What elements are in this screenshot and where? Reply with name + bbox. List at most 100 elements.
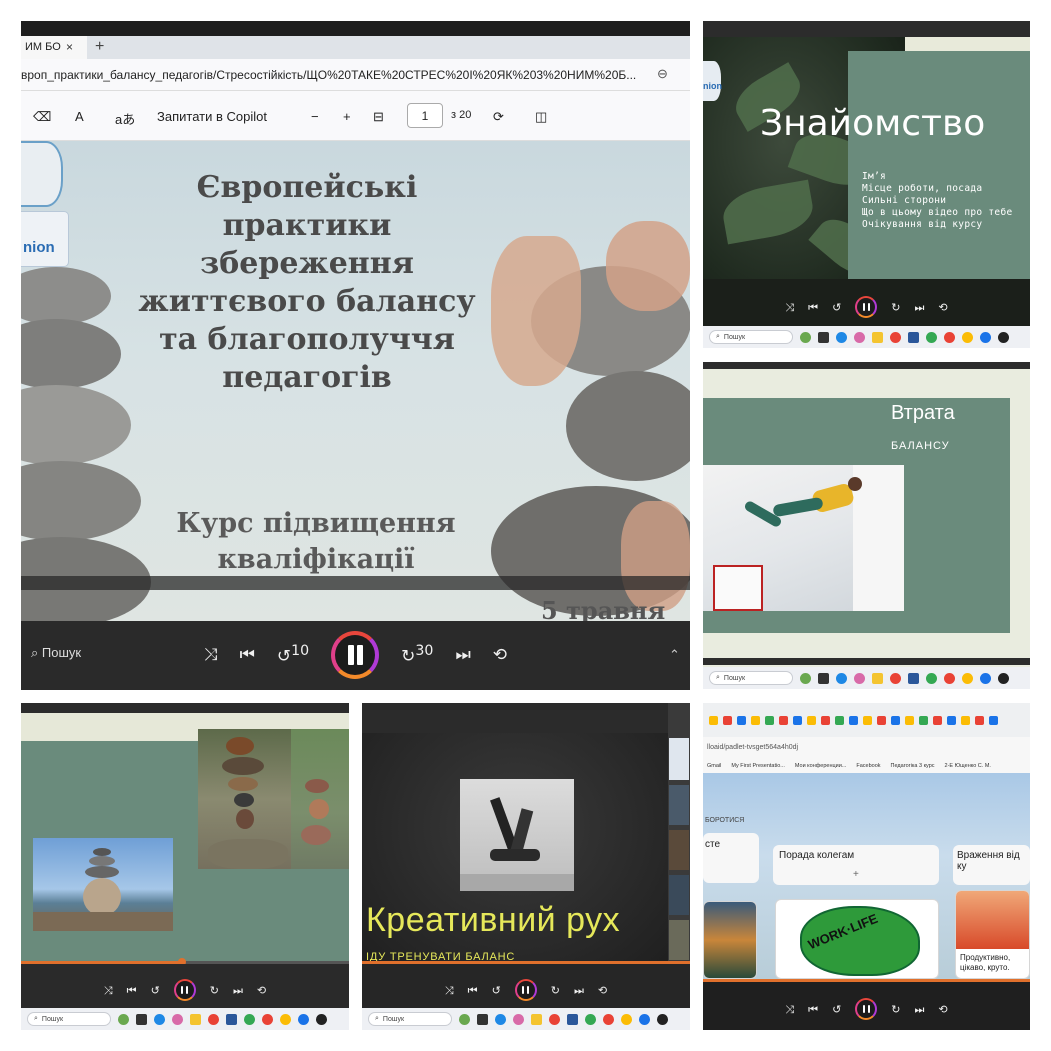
previous-icon[interactable]: ⏮	[808, 302, 818, 313]
participant-thumbnail[interactable]	[669, 830, 689, 870]
edge-icon[interactable]	[495, 1013, 506, 1025]
eraser-icon[interactable]: ⌫	[33, 109, 51, 125]
app-icon[interactable]	[118, 1013, 129, 1025]
copilot-icon[interactable]	[854, 672, 865, 684]
address-bar[interactable]: вроп_практики_балансу_педагогів/Стресост…	[21, 59, 690, 91]
chrome-icon[interactable]	[962, 672, 973, 684]
shuffle-icon[interactable]: ⤨	[104, 985, 113, 996]
participant-thumbnail[interactable]	[669, 738, 689, 780]
chrome-icon[interactable]	[549, 1013, 560, 1025]
address-bar[interactable]: lloaid/padlet-tvsget564a4h0dj	[703, 737, 1030, 759]
folder-icon[interactable]	[872, 331, 883, 343]
pause-button[interactable]	[173, 979, 196, 1001]
post-card[interactable]: Продуктивно, цікаво, круто.	[955, 890, 1030, 979]
rewind-icon[interactable]: ↺	[832, 302, 841, 313]
forward-icon[interactable]: ↻	[551, 985, 560, 996]
browser-tab[interactable]: ИМ БО	[21, 36, 87, 59]
repeat-off-icon[interactable]: ⟲	[257, 985, 266, 996]
folder-icon[interactable]	[531, 1013, 542, 1025]
forward-icon[interactable]: ↻30	[401, 644, 433, 666]
bookmark-item[interactable]: Gmail	[707, 763, 721, 769]
edge-icon[interactable]	[836, 672, 847, 684]
next-icon[interactable]: ⏭	[233, 985, 243, 996]
next-icon[interactable]: ⏭	[455, 646, 470, 664]
chrome-icon[interactable]	[926, 672, 937, 684]
zoom-out-button[interactable]: −	[311, 109, 319, 124]
pause-button[interactable]	[855, 998, 878, 1020]
shuffle-icon[interactable]: ⤨	[785, 1004, 794, 1015]
fit-page-icon[interactable]: ⊟	[373, 109, 384, 125]
pause-button[interactable]	[855, 296, 878, 318]
chrome-icon[interactable]	[944, 331, 955, 343]
chrome-icon[interactable]	[262, 1013, 273, 1025]
forward-icon[interactable]: ↻	[210, 985, 219, 996]
word-icon[interactable]	[226, 1013, 237, 1025]
word-icon[interactable]	[908, 331, 919, 343]
task-view-icon[interactable]	[477, 1013, 488, 1025]
zoom-app-icon[interactable]	[639, 1013, 650, 1025]
word-icon[interactable]	[567, 1013, 578, 1025]
next-icon[interactable]: ⏭	[915, 1004, 925, 1015]
app-icon[interactable]	[800, 331, 811, 343]
chrome-icon[interactable]	[585, 1013, 596, 1025]
rewind-icon[interactable]: ↺10	[277, 644, 309, 666]
edge-icon[interactable]	[836, 331, 847, 343]
bookmark-item[interactable]: My First Presentatio...	[731, 763, 785, 769]
chrome-icon[interactable]	[890, 672, 901, 684]
forward-icon[interactable]: ↻	[891, 1004, 900, 1015]
taskbar-search[interactable]: ⌕ Пошук	[709, 330, 793, 344]
chrome-icon[interactable]	[962, 331, 973, 343]
chrome-icon[interactable]	[603, 1013, 614, 1025]
post-card[interactable]: WORK·LIFE	[775, 899, 939, 979]
media-player-icon[interactable]	[316, 1013, 327, 1025]
rewind-icon[interactable]: ↺	[492, 985, 501, 996]
app-icon[interactable]	[459, 1013, 470, 1025]
page-view-icon[interactable]: ◫	[535, 109, 547, 125]
task-view-icon[interactable]	[136, 1013, 147, 1025]
zoom-app-icon[interactable]	[298, 1013, 309, 1025]
participant-thumbnail[interactable]	[669, 920, 689, 960]
taskbar-search[interactable]: ⌕ Пошук	[368, 1012, 452, 1026]
copilot-icon[interactable]	[513, 1013, 524, 1025]
bookmark-item[interactable]: Педагогіка 3 курс	[891, 763, 935, 769]
participant-thumbnail[interactable]	[669, 875, 689, 915]
new-tab-button[interactable]: +	[95, 38, 104, 56]
copilot-icon[interactable]	[854, 331, 865, 343]
repeat-off-icon[interactable]: ⟲	[598, 985, 607, 996]
folder-icon[interactable]	[872, 672, 883, 684]
media-player-icon[interactable]	[998, 331, 1009, 343]
pause-button[interactable]	[331, 631, 380, 679]
zoom-in-button[interactable]: +	[343, 109, 351, 124]
copilot-icon[interactable]	[172, 1013, 183, 1025]
shuffle-icon[interactable]: ⤨	[204, 646, 218, 664]
chrome-icon[interactable]	[244, 1013, 255, 1025]
previous-icon[interactable]: ⏮	[240, 646, 255, 664]
add-post-button[interactable]: +	[853, 869, 859, 880]
edge-icon[interactable]	[154, 1013, 165, 1025]
bookmark-item[interactable]: Мои конференции...	[795, 763, 847, 769]
previous-icon[interactable]: ⏮	[127, 985, 137, 996]
rewind-icon[interactable]: ↺	[151, 985, 160, 996]
media-player-icon[interactable]	[998, 672, 1009, 684]
repeat-off-icon[interactable]: ⟲	[493, 646, 507, 664]
chrome-icon[interactable]	[944, 672, 955, 684]
previous-icon[interactable]: ⏮	[808, 1004, 818, 1015]
zoom-app-icon[interactable]	[980, 672, 991, 684]
repeat-off-icon[interactable]: ⟲	[938, 302, 947, 313]
zoom-icon[interactable]: ⊖	[657, 66, 668, 82]
translate-button[interactable]: aあ	[115, 109, 135, 128]
repeat-off-icon[interactable]: ⟲	[938, 1004, 947, 1015]
bookmark-item[interactable]: 2-Е Ющенко С. М.	[945, 763, 991, 769]
tab-close-icon[interactable]: ×	[66, 40, 73, 54]
previous-icon[interactable]: ⏮	[468, 985, 478, 996]
rewind-icon[interactable]: ↺	[832, 1004, 841, 1015]
page-number-input[interactable]: 1	[407, 103, 443, 128]
word-icon[interactable]	[908, 672, 919, 684]
bookmark-item[interactable]: Facebook	[856, 763, 880, 769]
pause-button[interactable]	[514, 979, 537, 1001]
app-icon[interactable]	[800, 672, 811, 684]
taskbar-search[interactable]: ⌕ Пошук	[709, 671, 793, 685]
next-icon[interactable]: ⏭	[915, 302, 925, 313]
shuffle-icon[interactable]: ⤨	[445, 985, 454, 996]
chrome-icon[interactable]	[926, 331, 937, 343]
